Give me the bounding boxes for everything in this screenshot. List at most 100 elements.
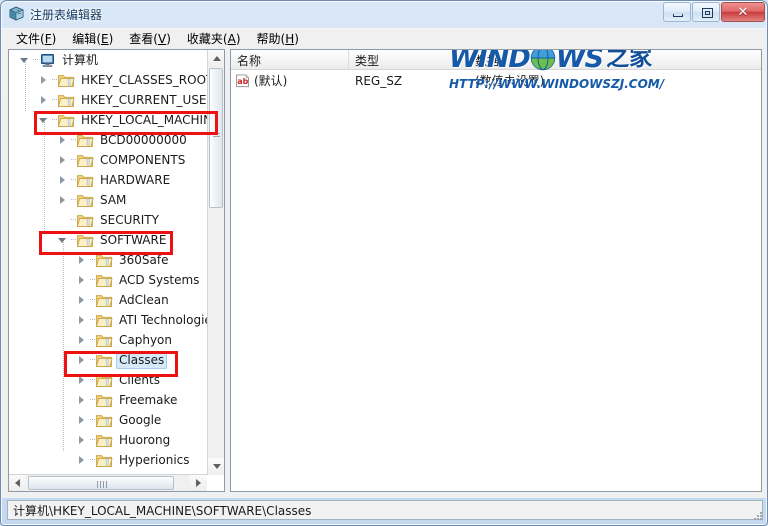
tree-item-label: SOFTWARE	[100, 232, 167, 247]
tree-item-caphyon[interactable]: Caphyon	[9, 330, 207, 350]
tree-item-hkey-current-user[interactable]: HKEY_CURRENT_USER	[9, 90, 207, 110]
tree-horizontal-scrollbar[interactable]	[9, 474, 207, 491]
tree-item-hardware[interactable]: HARDWARE	[9, 170, 207, 190]
tree-item-huorong[interactable]: Huorong	[9, 430, 207, 450]
expand-triangle-icon[interactable]	[55, 150, 71, 170]
expand-triangle-icon[interactable]	[36, 70, 52, 90]
collapse-triangle-icon[interactable]	[36, 110, 52, 130]
expand-triangle-icon[interactable]	[74, 410, 90, 430]
expand-triangle-icon[interactable]	[74, 290, 90, 310]
menu-bar: 文件(F) 编辑(E) 查看(V) 收藏夹(A) 帮助(H)	[2, 28, 767, 49]
value-name-cell: ab (默认)	[231, 72, 349, 89]
tree-item-360safe[interactable]: 360Safe	[9, 250, 207, 270]
expand-triangle-icon[interactable]	[74, 350, 90, 370]
menu-item-edit[interactable]: 编辑(E)	[64, 31, 121, 48]
tree-item-adclean[interactable]: AdClean	[9, 290, 207, 310]
status-bar: 计算机\HKEY_LOCAL_MACHINE\SOFTWARE\Classes	[7, 500, 763, 520]
menu-item-help-mnemonic: H	[285, 31, 295, 46]
folder-icon	[96, 353, 113, 368]
expand-triangle-icon[interactable]	[74, 250, 90, 270]
expand-triangle-icon[interactable]	[74, 450, 90, 470]
title-bar[interactable]: 注册表编辑器 ✕	[1, 1, 767, 27]
tree-item-label: HARDWARE	[100, 172, 171, 187]
expand-triangle-icon[interactable]	[74, 270, 90, 290]
column-header-data[interactable]: 数据	[469, 50, 761, 70]
menu-item-help-label: 帮助	[256, 31, 281, 46]
expand-triangle-icon[interactable]	[55, 130, 71, 150]
tree-item-security[interactable]: SECURITY	[9, 210, 207, 230]
expand-triangle-icon[interactable]	[74, 370, 90, 390]
expand-triangle-icon[interactable]	[36, 90, 52, 110]
menu-item-edit-mnemonic: E	[101, 31, 109, 46]
computer-icon	[39, 53, 56, 68]
expand-triangle-icon[interactable]	[74, 310, 90, 330]
table-row[interactable]: ab (默认) REG_SZ (数值未设置)	[231, 71, 761, 90]
tree-item-components[interactable]: COMPONENTS	[9, 150, 207, 170]
value-type-cell: REG_SZ	[355, 73, 403, 88]
svg-text:ab: ab	[237, 77, 248, 86]
registry-tree[interactable]: 计算机 HKEY_CLASSES_ROOT HKEY_CURRENT_USER HKE…	[9, 50, 207, 475]
expand-triangle-icon[interactable]	[74, 330, 90, 350]
folder-icon	[77, 233, 94, 248]
values-column-header: 名称 类型 数据	[231, 50, 761, 70]
tree-vscroll-thumb[interactable]	[209, 68, 223, 208]
scroll-down-icon[interactable]	[208, 458, 224, 475]
close-button[interactable]: ✕	[721, 2, 765, 22]
minimize-button[interactable]	[663, 2, 691, 22]
menu-item-view[interactable]: 查看(V)	[121, 31, 179, 48]
tree-item-freemake[interactable]: Freemake	[9, 390, 207, 410]
folder-icon	[96, 433, 113, 448]
tree-item-software[interactable]: SOFTWARE	[9, 230, 207, 250]
menu-item-file[interactable]: 文件(F)	[8, 31, 64, 48]
registry-editor-icon	[8, 5, 25, 22]
tree-hscroll-thumb[interactable]	[28, 476, 174, 490]
scroll-right-icon[interactable]	[190, 475, 207, 491]
window-controls: ✕	[662, 2, 765, 23]
registry-values-pane[interactable]: 名称 类型 数据 ab (默认) REG_SZ (数值未设置) WIND WS …	[230, 49, 762, 492]
folder-icon	[96, 413, 113, 428]
scroll-left-icon[interactable]	[9, 475, 26, 491]
tree-item-label: ATI Technologie	[119, 312, 207, 327]
menu-item-help[interactable]: 帮助(H)	[249, 31, 307, 48]
tree-item-ati-technologie[interactable]: ATI Technologie	[9, 310, 207, 330]
collapse-triangle-icon[interactable]	[17, 50, 33, 70]
expand-triangle-icon[interactable]	[74, 390, 90, 410]
tree-item-google[interactable]: Google	[9, 410, 207, 430]
tree-item-bcd00000000[interactable]: BCD00000000	[9, 130, 207, 150]
expand-triangle-icon[interactable]	[55, 170, 71, 190]
tree-item-hkey-local-machine[interactable]: HKEY_LOCAL_MACHINE	[9, 110, 207, 130]
column-header-type[interactable]: 类型	[349, 50, 469, 70]
tree-item-hyperionics[interactable]: Hyperionics	[9, 450, 207, 470]
column-header-name[interactable]: 名称	[231, 50, 349, 70]
tree-item-label: Freemake	[119, 392, 178, 407]
menu-item-favorites[interactable]: 收藏夹(A)	[179, 31, 249, 48]
tree-item-hkey-classes-root[interactable]: HKEY_CLASSES_ROOT	[9, 70, 207, 90]
tree-item-计算机[interactable]: 计算机	[9, 50, 207, 70]
tree-item-label: HKEY_CLASSES_ROOT	[81, 72, 207, 87]
maximize-restore-button[interactable]	[692, 2, 720, 22]
folder-icon	[96, 313, 113, 328]
tree-item-classes[interactable]: Classes	[9, 350, 207, 370]
scroll-up-icon[interactable]	[208, 50, 224, 67]
folder-icon	[58, 113, 75, 128]
tree-item-acd-systems[interactable]: ACD Systems	[9, 270, 207, 290]
tree-item-label: SAM	[100, 192, 127, 207]
collapse-triangle-icon[interactable]	[55, 230, 71, 250]
tree-item-label: 360Safe	[119, 252, 169, 267]
expand-triangle-icon[interactable]	[55, 190, 71, 210]
folder-icon	[96, 333, 113, 348]
folder-icon	[96, 293, 113, 308]
tree-item-clients[interactable]: Clients	[9, 370, 207, 390]
folder-icon	[96, 273, 113, 288]
tree-vertical-scrollbar[interactable]	[207, 50, 224, 475]
main-window: 注册表编辑器 ✕ 文件(F) 编辑(E) 查看(V) 收藏夹(A) 帮助(H) …	[0, 0, 768, 526]
tree-item-label: 计算机	[62, 52, 99, 67]
expand-triangle-icon[interactable]	[74, 430, 90, 450]
registry-tree-pane[interactable]: 计算机 HKEY_CLASSES_ROOT HKEY_CURRENT_USER HKE…	[8, 49, 225, 492]
tree-item-label: ACD Systems	[119, 272, 200, 287]
tree-item-sam[interactable]: SAM	[9, 190, 207, 210]
string-value-icon: ab	[235, 74, 251, 88]
resize-grip-icon[interactable]	[751, 510, 764, 523]
tree-item-label: Classes	[116, 351, 168, 369]
